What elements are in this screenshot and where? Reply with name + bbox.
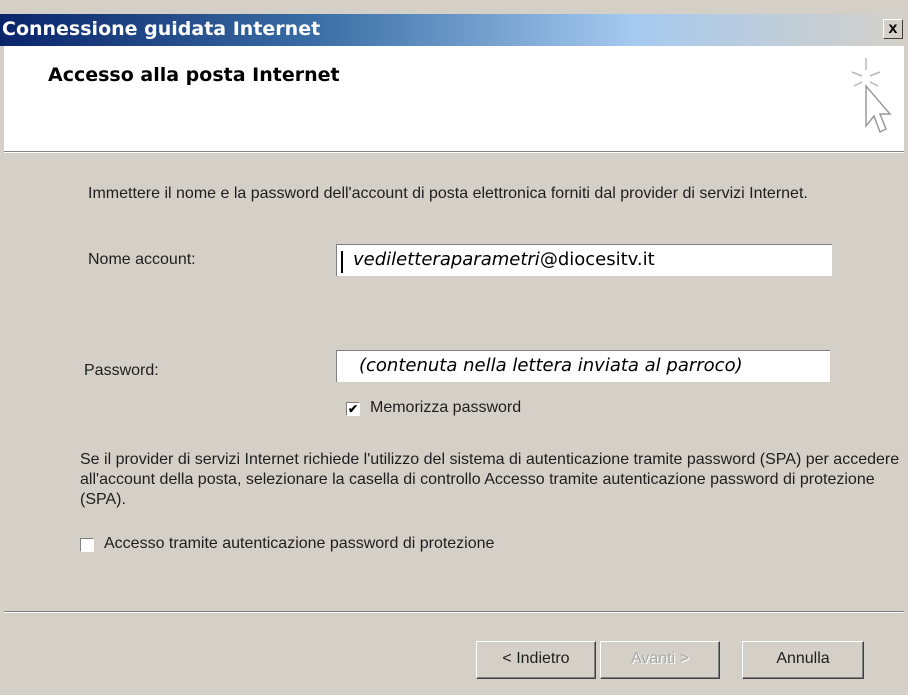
account-name-label: Nome account: xyxy=(88,251,196,268)
title-bar: Connessione guidata Internet x xyxy=(0,14,905,46)
back-button[interactable]: < Indietro xyxy=(476,641,596,679)
wizard-window: Connessione guidata Internet x Accesso a… xyxy=(0,0,908,695)
wizard-cursor-icon xyxy=(851,58,892,134)
next-button[interactable]: Avanti > xyxy=(600,641,720,679)
remember-password-label[interactable]: Memorizza password xyxy=(370,399,521,417)
account-name-value-user: vediletteraparametri xyxy=(353,249,540,270)
password-value: (contenuta nella lettera inviata al parr… xyxy=(359,355,743,376)
password-input[interactable]: (contenuta nella lettera inviata al parr… xyxy=(336,350,830,382)
remember-password-checkbox[interactable]: ✔ xyxy=(346,402,360,416)
footer-separator xyxy=(4,611,904,613)
password-label: Password: xyxy=(84,362,159,379)
intro-text: Immettere il nome e la password dell'acc… xyxy=(88,185,808,202)
cancel-button[interactable]: Annulla xyxy=(742,641,864,679)
close-button[interactable]: x xyxy=(883,19,903,39)
spa-checkbox[interactable] xyxy=(80,538,94,552)
spa-checkbox-label[interactable]: Accesso tramite autenticazione password … xyxy=(104,535,494,553)
spa-description: Se il provider di servizi Internet richi… xyxy=(80,451,900,508)
page-title: Accesso alla posta Internet xyxy=(48,64,340,86)
header-separator xyxy=(4,151,904,153)
window-title: Connessione guidata Internet xyxy=(2,18,321,40)
wizard-header: Accesso alla posta Internet xyxy=(4,46,904,151)
account-name-value-domain: @diocesitv.it xyxy=(539,249,655,270)
account-name-input[interactable]: vediletteraparametri@diocesitv.it xyxy=(336,244,832,276)
